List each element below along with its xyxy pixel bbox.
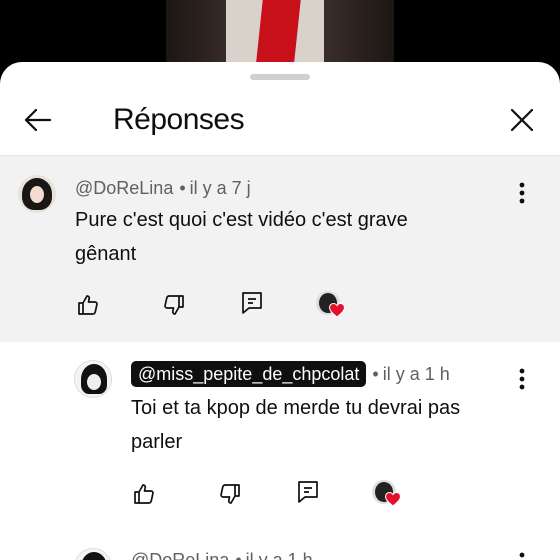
more-options-button[interactable] [510, 364, 534, 394]
avatar-face [30, 186, 44, 203]
sheet-header: Réponses [0, 86, 560, 156]
comment-text-line: Pure c'est quoi c'est vidéo c'est grave [75, 209, 408, 231]
comment-meta: @DoReLina • il y a 1 h [131, 548, 313, 560]
more-options-button[interactable] [510, 178, 534, 208]
like-button[interactable] [74, 291, 102, 319]
comment-text: Toi et ta kpop de merde tu devrai pas pa… [131, 391, 460, 459]
close-x-icon [510, 108, 534, 132]
comment-time: il y a 1 h [245, 550, 313, 560]
comment-username[interactable]: @DoReLina [131, 550, 229, 560]
comment-time: il y a 1 h [382, 364, 450, 384]
creator-heart-badge [316, 291, 348, 323]
creator-heart-badge [372, 480, 404, 512]
thumbs-down-icon [164, 295, 184, 315]
avatar-face [87, 374, 101, 390]
comment-text-line: gênant [75, 243, 137, 265]
reply-button[interactable] [238, 289, 266, 317]
comment-meta: @miss_pepite_de_chpcolat • il y a 1 h [131, 361, 450, 387]
more-vertical-icon [519, 368, 525, 390]
comment-text-line: Toi et ta kpop de merde tu devrai pas [131, 397, 461, 419]
comment-text: Pure c'est quoi c'est vidéo c'est grave … [75, 203, 408, 271]
comment-time: il y a 7 j [189, 178, 251, 198]
replies-sheet: Réponses @DoReLina • il y a 7 j Pure c'est… [0, 62, 560, 560]
heart-icon [329, 303, 345, 318]
dislike-button[interactable] [216, 480, 244, 508]
comment-meta: @DoReLina • il y a 7 j [75, 176, 251, 200]
meta-separator: • [179, 178, 186, 198]
sheet-title: Réponses [113, 103, 245, 136]
comment-username[interactable]: @DoReLina [75, 178, 173, 198]
comment-username-chip[interactable]: @miss_pepite_de_chpcolat [131, 361, 367, 387]
comment-text-line: parler [131, 431, 183, 453]
reply-icon [242, 292, 262, 314]
back-button[interactable] [18, 100, 58, 140]
arrow-left-icon [24, 108, 52, 132]
reply-comment: @miss_pepite_de_chpcolat • il y a 1 h Toi … [0, 342, 560, 560]
parent-comment: @DoReLina • il y a 7 j Pure c'est quoi c'e… [0, 156, 560, 342]
more-vertical-icon [519, 182, 525, 204]
reply-icon [298, 481, 318, 503]
meta-separator: • [372, 364, 379, 384]
thumbs-up-icon [134, 484, 154, 504]
more-options-button[interactable] [510, 548, 534, 560]
reply-button[interactable] [294, 478, 322, 506]
like-button[interactable] [130, 480, 158, 508]
more-vertical-icon [519, 552, 525, 558]
heart-icon [385, 492, 401, 507]
avatar[interactable] [74, 548, 112, 560]
meta-separator: • [235, 550, 242, 560]
close-button[interactable] [502, 100, 542, 140]
drag-handle[interactable] [250, 74, 310, 80]
avatar-hair [81, 552, 107, 560]
thumbs-down-icon [220, 484, 240, 504]
avatar[interactable] [18, 175, 56, 213]
thumbs-up-icon [78, 295, 98, 315]
dislike-button[interactable] [160, 291, 188, 319]
avatar[interactable] [74, 360, 112, 398]
